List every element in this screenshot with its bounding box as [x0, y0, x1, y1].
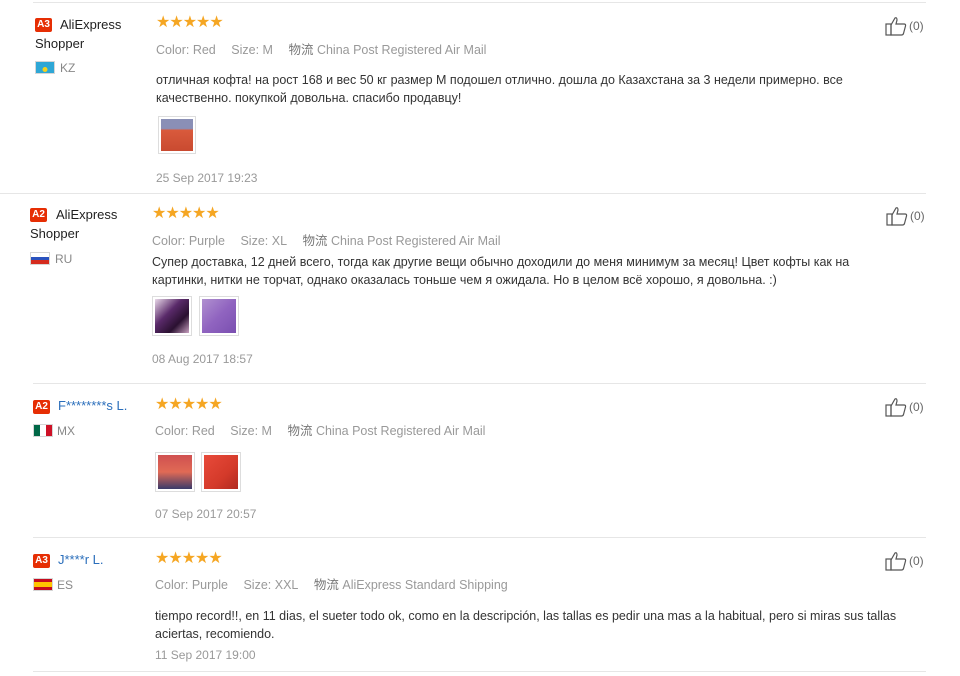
- star-rating: ★★★★★: [155, 396, 223, 413]
- star-rating: ★★★★★: [152, 205, 220, 222]
- country-code: MX: [57, 424, 75, 438]
- buyer-name-line1: AliExpress: [56, 207, 118, 222]
- like-button[interactable]: (0): [885, 397, 924, 417]
- like-button[interactable]: (0): [886, 206, 925, 226]
- buyer-name-line2: Shopper: [35, 36, 85, 51]
- country-flag-mx: [33, 424, 53, 437]
- color-value: Red: [192, 43, 216, 57]
- review-text: отличная кофта! на рост 168 и вес 50 кг …: [156, 73, 843, 105]
- color-value: Purple: [188, 234, 225, 248]
- shipping-value: China Post Registered Air Mail: [315, 424, 486, 438]
- like-count: (0): [909, 554, 924, 568]
- like-button[interactable]: (0): [885, 16, 924, 36]
- size-label: Size:: [230, 424, 259, 438]
- size-value: M: [262, 43, 273, 57]
- review-photo[interactable]: [158, 116, 196, 154]
- size-label: Size:: [243, 578, 272, 592]
- country-flag-es: [33, 578, 53, 591]
- review-date: 11 Sep 2017 19:00: [155, 648, 256, 662]
- country-code: ES: [57, 578, 74, 592]
- star-rating: ★★★★★: [156, 14, 224, 31]
- country-code: KZ: [60, 61, 76, 75]
- thumbs-up-icon: [886, 207, 908, 226]
- shipping-label: 物流: [313, 578, 339, 592]
- color-value: Purple: [191, 578, 228, 592]
- color-label: Color:: [155, 578, 189, 592]
- color-label: Color:: [155, 424, 189, 438]
- order-info: Color: Red Size: M 物流 China Post Registe…: [156, 39, 498, 58]
- country-flag-kz: [35, 61, 55, 74]
- size-value: M: [261, 424, 272, 438]
- buyer-level-badge: A3: [33, 554, 50, 568]
- size-label: Size:: [240, 234, 269, 248]
- like-count: (0): [910, 209, 925, 223]
- star-rating: ★★★★★: [155, 550, 223, 567]
- size-label: Size:: [231, 43, 260, 57]
- buyer-name: AliExpress Shopper: [35, 15, 121, 53]
- buyer-name[interactable]: F********s L.: [58, 396, 127, 415]
- shipping-label: 物流: [302, 234, 328, 248]
- buyer-name-line1: AliExpress: [60, 17, 122, 32]
- buyer-name-line2: Shopper: [30, 226, 80, 241]
- color-label: Color:: [152, 234, 186, 248]
- country-code: RU: [55, 252, 73, 266]
- review-divider: [0, 193, 926, 194]
- buyer-level-badge: A2: [33, 400, 50, 414]
- order-info: Color: Red Size: M 物流 China Post Registe…: [155, 420, 497, 439]
- review-divider: [33, 537, 926, 538]
- bottom-divider: [33, 671, 926, 672]
- review-photo[interactable]: [152, 296, 192, 336]
- buyer-name: AliExpress Shopper: [30, 205, 117, 243]
- country-flag-ru: [30, 252, 50, 265]
- shipping-value: AliExpress Standard Shipping: [342, 578, 508, 592]
- review-divider: [33, 383, 926, 384]
- review-date: 08 Aug 2017 18:57: [152, 352, 253, 366]
- top-divider: [33, 2, 926, 3]
- like-count: (0): [909, 400, 924, 414]
- thumbs-up-icon: [885, 398, 907, 417]
- order-info: Color: Purple Size: XL 物流 China Post Reg…: [152, 230, 513, 249]
- color-label: Color:: [156, 43, 190, 57]
- review-photo[interactable]: [201, 452, 241, 492]
- size-value: XL: [271, 234, 288, 248]
- review-date: 25 Sep 2017 19:23: [156, 171, 258, 185]
- like-button[interactable]: (0): [885, 551, 924, 571]
- review-text: tiempo record!!, en 11 dias, el sueter t…: [155, 609, 897, 641]
- review-photo[interactable]: [155, 452, 195, 492]
- buyer-name[interactable]: J****r L.: [58, 550, 104, 569]
- shipping-value: China Post Registered Air Mail: [331, 234, 501, 248]
- shipping-value: China Post Registered Air Mail: [316, 43, 487, 57]
- size-value: XXL: [274, 578, 299, 592]
- review-text: Супер доставка, 12 дней всего, тогда как…: [152, 255, 850, 287]
- like-count: (0): [909, 19, 924, 33]
- shipping-label: 物流: [288, 43, 314, 57]
- color-value: Red: [191, 424, 215, 438]
- order-info: Color: Purple Size: XXL 物流 AliExpress St…: [155, 574, 520, 593]
- thumbs-up-icon: [885, 552, 907, 571]
- shipping-label: 物流: [287, 424, 313, 438]
- review-date: 07 Sep 2017 20:57: [155, 507, 257, 521]
- thumbs-up-icon: [885, 17, 907, 36]
- review-photo[interactable]: [199, 296, 239, 336]
